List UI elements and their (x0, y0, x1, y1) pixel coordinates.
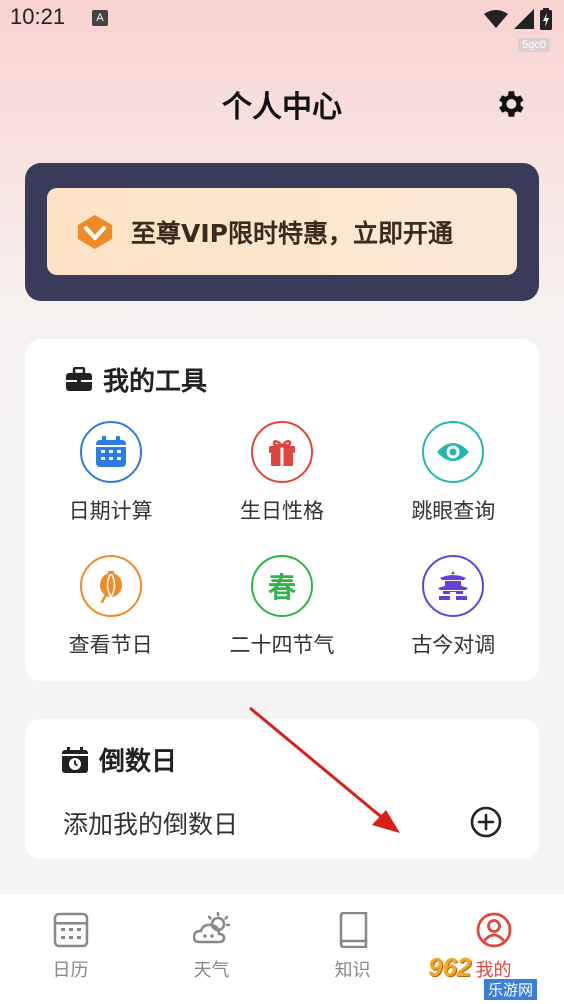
tools-card: 我的工具 日期计算 生日性格 跳眼查询 查看节日 春 二十四节气 古今对调 (25, 339, 539, 681)
status-icons (484, 8, 552, 30)
notification-icon: A (92, 10, 108, 26)
status-bar: 10:21 A 5gc0 (0, 0, 564, 52)
lantern-icon (99, 571, 122, 603)
add-countdown-row[interactable]: 添加我的倒数日 (25, 801, 539, 845)
calendar-grid-icon (53, 912, 88, 948)
briefcase-icon (66, 366, 92, 391)
calendar-clock-icon (62, 746, 88, 773)
tool-circle: 春 (250, 555, 313, 617)
status-time: 10:21 (10, 4, 66, 29)
countdown-card: 倒数日 添加我的倒数日 (25, 719, 539, 859)
tool-birthday-personality[interactable]: 生日性格 (196, 421, 367, 525)
nav-item-calendar[interactable]: 日历 (0, 894, 141, 1004)
add-countdown-label: 添加我的倒数日 (63, 810, 239, 839)
watermark-logo: 962 乐游网 (424, 952, 558, 1000)
signal-icon (514, 9, 534, 29)
tools-title: 我的工具 (103, 367, 208, 397)
tool-label: 查看节日 (68, 633, 153, 657)
spring-char-icon: 春 (267, 571, 296, 604)
pagoda-icon (438, 571, 469, 600)
status-tag: 5gc0 (518, 38, 550, 52)
tool-circle (79, 555, 142, 617)
nav-item-knowledge[interactable]: 知识 (282, 894, 423, 1004)
gear-icon (499, 91, 524, 117)
nav-label: 天气 (193, 960, 230, 981)
wifi-icon (484, 10, 508, 28)
vip-banner[interactable]: 至尊VIP限时特惠，立即开通 (47, 188, 517, 275)
book-icon (339, 912, 367, 948)
tool-label: 古今对调 (411, 633, 496, 657)
countdown-header: 倒数日 (61, 741, 177, 778)
calendar-icon (95, 436, 126, 467)
nav-item-weather[interactable]: 天气 (141, 894, 282, 1004)
tool-label: 生日性格 (239, 499, 324, 523)
plus-circle-icon[interactable] (469, 805, 503, 839)
tool-date-calc[interactable]: 日期计算 (25, 421, 196, 525)
tool-circle (422, 555, 485, 617)
tool-circle (422, 421, 485, 483)
weather-icon (192, 912, 230, 944)
battery-icon (540, 8, 552, 30)
tool-label: 跳眼查询 (411, 499, 496, 523)
gift-icon (268, 440, 295, 466)
nav-label: 日历 (52, 960, 89, 981)
tool-label: 二十四节气 (229, 633, 335, 657)
tool-circle (79, 421, 142, 483)
tool-solar-terms[interactable]: 春 二十四节气 (196, 555, 367, 659)
vip-card: 至尊VIP限时特惠，立即开通 (25, 163, 539, 301)
tool-eye-twitch[interactable]: 跳眼查询 (368, 421, 539, 525)
countdown-title: 倒数日 (99, 747, 178, 777)
user-icon (476, 912, 511, 948)
vip-text: 至尊VIP限时特惠，立即开通 (131, 218, 453, 248)
tool-circle (250, 421, 313, 483)
tool-view-festivals[interactable]: 查看节日 (25, 555, 196, 659)
watermark-main: 962 (428, 952, 472, 982)
tool-ancient-modern[interactable]: 古今对调 (368, 555, 539, 659)
tool-label: 日期计算 (68, 499, 153, 523)
eye-icon (437, 443, 470, 461)
settings-button[interactable] (490, 84, 530, 124)
vip-diamond-icon (75, 212, 115, 252)
nav-label: 知识 (334, 960, 371, 981)
watermark-sub: 乐游网 (484, 979, 538, 1000)
tools-grid: 日期计算 生日性格 跳眼查询 查看节日 春 二十四节气 古今对调 (25, 421, 539, 659)
tools-header: 我的工具 (65, 361, 207, 398)
page-title: 个人中心 (222, 90, 342, 125)
